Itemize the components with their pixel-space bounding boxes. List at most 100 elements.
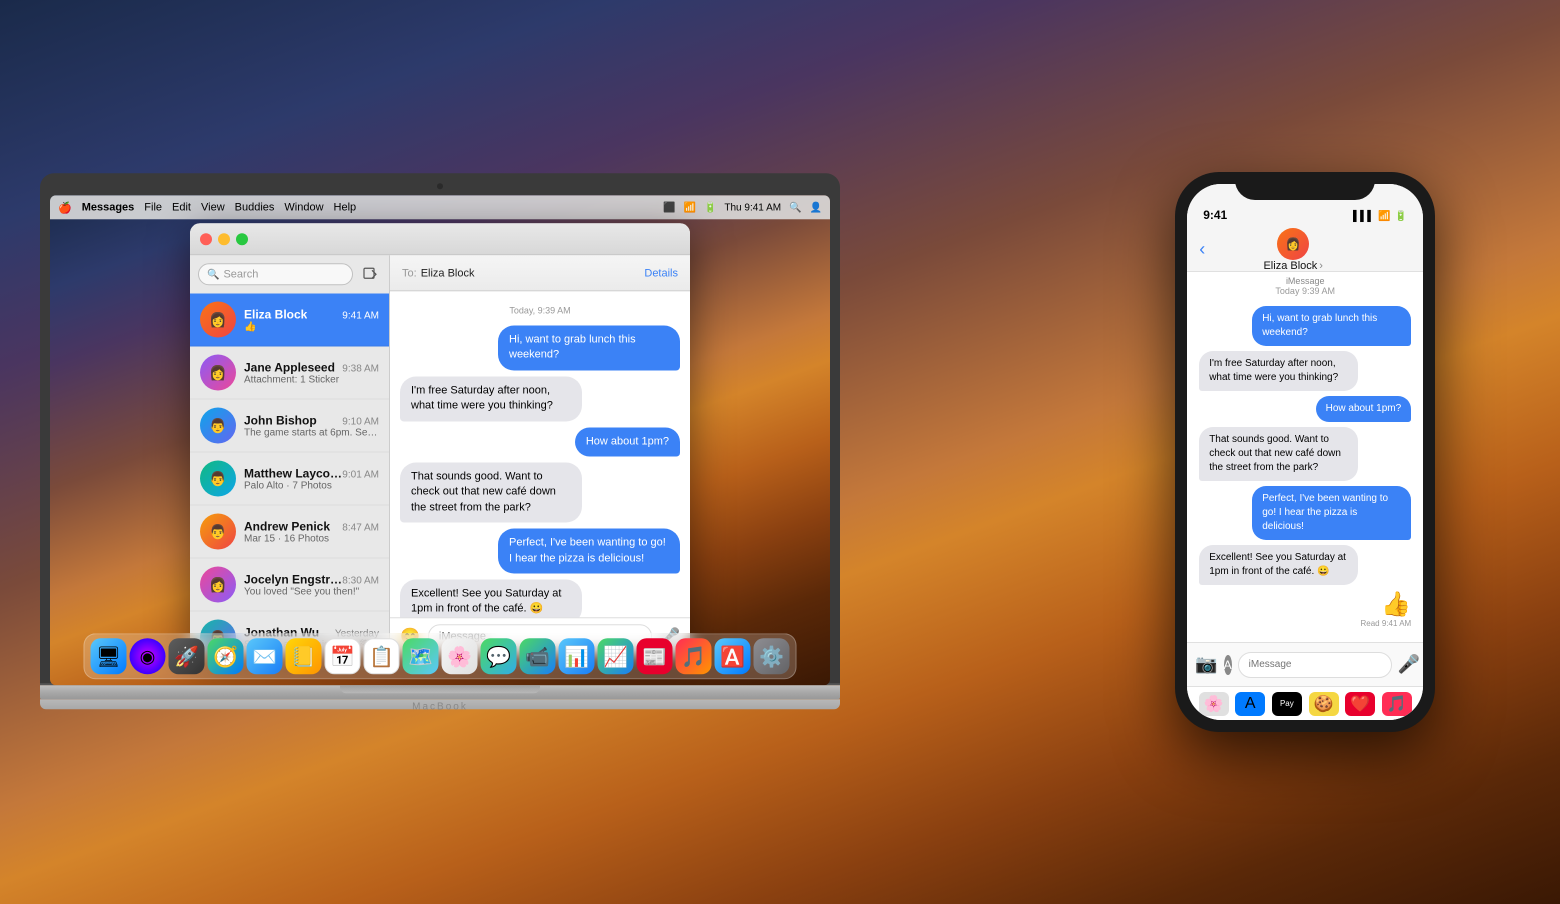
- conversation-item-eliza[interactable]: 👩 Eliza Block 9:41 AM 👍: [190, 293, 389, 346]
- iphone-bubble-6: Excellent! See you Saturday at 1pm in fr…: [1199, 545, 1358, 585]
- dock-mail[interactable]: ✉️: [247, 638, 283, 674]
- details-button[interactable]: Details: [644, 267, 678, 279]
- bubble-1: Hi, want to grab lunch this weekend?: [498, 325, 680, 370]
- dock-reminders[interactable]: 📋: [364, 638, 400, 674]
- dock-siri[interactable]: ◉: [130, 638, 166, 674]
- menubar-battery-icon: 🔋: [704, 202, 716, 213]
- iphone-message-input[interactable]: [1238, 652, 1392, 678]
- dock-maps[interactable]: 🗺️: [403, 638, 439, 674]
- appstore-inline-icon[interactable]: A: [1224, 655, 1232, 675]
- conv-name-matthew: Matthew Laycock: [244, 466, 342, 480]
- menubar-siri-icon[interactable]: 👤: [810, 202, 822, 213]
- dock-messages[interactable]: 💬: [481, 638, 517, 674]
- iphone-music-icon[interactable]: 🎵: [1382, 692, 1412, 716]
- iphone-msg-6: Excellent! See you Saturday at 1pm in fr…: [1199, 545, 1411, 585]
- dock-calendar[interactable]: 📅: [325, 638, 361, 674]
- menubar-help[interactable]: Help: [334, 201, 357, 213]
- bubble-5: Perfect, I've been wanting to go! I hear…: [498, 528, 680, 573]
- iphone-photos-icon[interactable]: 🌸: [1199, 692, 1229, 716]
- iphone-appstore-icon[interactable]: A: [1235, 692, 1265, 716]
- minimize-button[interactable]: [218, 233, 230, 245]
- avatar-andrew: 👨: [200, 513, 236, 549]
- conv-name-jane: Jane Appleseed: [244, 360, 335, 374]
- laptop-lid: 🍎 Messages File Edit View Buddies Window…: [40, 173, 840, 685]
- dock-launchpad[interactable]: 🚀: [169, 638, 205, 674]
- iphone-emoji-thumbsup: 👍: [1381, 590, 1411, 619]
- conversation-item-jocelyn[interactable]: 👩 Jocelyn Engstrom 8:30 AM You loved "Se…: [190, 558, 389, 611]
- menubar-edit[interactable]: Edit: [172, 201, 191, 213]
- dock-music[interactable]: 🎵: [676, 638, 712, 674]
- conv-preview-andrew: Mar 15 · 16 Photos: [244, 533, 379, 544]
- dock-numbers[interactable]: 📈: [598, 638, 634, 674]
- message-row-5: Perfect, I've been wanting to go! I hear…: [400, 528, 680, 573]
- iphone-msg-1: Hi, want to grab lunch this weekend?: [1199, 306, 1411, 346]
- bubble-4: That sounds good. Want to check out that…: [400, 462, 582, 522]
- dock-notes[interactable]: 📒: [286, 638, 322, 674]
- conversation-item-john[interactable]: 👨 John Bishop 9:10 AM The game starts at…: [190, 399, 389, 452]
- camera-icon[interactable]: 📷: [1195, 654, 1217, 675]
- camera: [437, 183, 443, 189]
- close-button[interactable]: [200, 233, 212, 245]
- iphone-animoji-icon[interactable]: 🍪: [1309, 692, 1339, 716]
- iphone-bubble-2: I'm free Saturday after noon, what time …: [1199, 351, 1358, 391]
- dock-facetime[interactable]: 📹: [520, 638, 556, 674]
- window-body: 🔍 Search: [190, 255, 690, 653]
- iphone-msg-2: I'm free Saturday after noon, what time …: [1199, 351, 1411, 391]
- dock-news[interactable]: 📰: [637, 638, 673, 674]
- menubar-time: Thu 9:41 AM: [724, 202, 781, 213]
- conv-name-eliza: Eliza Block: [244, 307, 307, 321]
- menubar-window[interactable]: Window: [284, 201, 323, 213]
- conversation-item-andrew[interactable]: 👨 Andrew Penick 8:47 AM Mar 15 · 16 Phot…: [190, 505, 389, 558]
- dock-safari[interactable]: 🧭: [208, 638, 244, 674]
- conv-info-andrew: Andrew Penick 8:47 AM Mar 15 · 16 Photos: [244, 519, 379, 544]
- conversation-list: 👩 Eliza Block 9:41 AM 👍: [190, 293, 389, 653]
- conv-header-john: John Bishop 9:10 AM: [244, 413, 379, 427]
- menubar-messages[interactable]: Messages: [82, 201, 135, 213]
- menubar-left: 🍎 Messages File Edit View Buddies Window…: [58, 201, 356, 214]
- menubar-airplay-icon: ⬛: [663, 202, 675, 213]
- conv-header-jane: Jane Appleseed 9:38 AM: [244, 360, 379, 374]
- iphone-contact-name-row: Eliza Block ›: [1263, 260, 1322, 272]
- dock-keynote[interactable]: 📊: [559, 638, 595, 674]
- conv-info-matthew: Matthew Laycock 9:01 AM Palo Alto · 7 Ph…: [244, 466, 379, 491]
- dock-photos[interactable]: 🌸: [442, 638, 478, 674]
- conversation-item-matthew[interactable]: 👨 Matthew Laycock 9:01 AM Palo Alto · 7 …: [190, 452, 389, 505]
- search-bar[interactable]: 🔍 Search: [198, 263, 353, 285]
- conv-time-eliza: 9:41 AM: [342, 310, 379, 321]
- dock-syspref[interactable]: ⚙️: [754, 638, 790, 674]
- maximize-button[interactable]: [236, 233, 248, 245]
- iphone-applepay-icon[interactable]: Pay: [1272, 692, 1302, 716]
- conv-name-jocelyn: Jocelyn Engstrom: [244, 572, 342, 586]
- conversations-sidebar: 🔍 Search: [190, 255, 390, 653]
- microphone-icon[interactable]: 🎤: [1398, 654, 1420, 675]
- iphone-messages: Hi, want to grab lunch this weekend? I'm…: [1187, 298, 1423, 642]
- messages-window: 🔍 Search: [190, 223, 690, 653]
- conv-preview-john: The game starts at 6pm. See you then!: [244, 427, 379, 438]
- message-row-6: Excellent! See you Saturday at 1pm in fr…: [400, 579, 680, 617]
- iphone-contact-name[interactable]: Eliza Block: [1263, 260, 1317, 272]
- menubar-search-icon[interactable]: 🔍: [789, 202, 801, 213]
- iphone-bubble-1: Hi, want to grab lunch this weekend?: [1252, 306, 1411, 346]
- dock-appstore[interactable]: 🅰️: [715, 638, 751, 674]
- apple-icon: 🍎: [58, 201, 72, 214]
- conv-info-john: John Bishop 9:10 AM The game starts at 6…: [244, 413, 379, 438]
- compose-button[interactable]: [359, 263, 381, 285]
- conversation-item-jane[interactable]: 👩 Jane Appleseed 9:38 AM Attachment: 1 S…: [190, 346, 389, 399]
- iphone-msg-5: Perfect, I've been wanting to go! I hear…: [1199, 486, 1411, 540]
- iphone-digital-touch-icon[interactable]: ❤️: [1345, 692, 1375, 716]
- menubar-file[interactable]: File: [144, 201, 162, 213]
- menubar-buddies[interactable]: Buddies: [235, 201, 275, 213]
- conv-header-jocelyn: Jocelyn Engstrom 8:30 AM: [244, 572, 379, 586]
- iphone-wifi-icon: 📶: [1378, 211, 1390, 222]
- conv-info-jane: Jane Appleseed 9:38 AM Attachment: 1 Sti…: [244, 360, 379, 385]
- iphone-time: 9:41: [1203, 208, 1353, 222]
- conv-preview-eliza: 👍: [244, 321, 379, 332]
- chat-area: To: Eliza Block Details Today, 9:39 AM H…: [390, 255, 690, 653]
- iphone-battery-icon: 🔋: [1395, 211, 1407, 222]
- conv-header-matthew: Matthew Laycock 9:01 AM: [244, 466, 379, 480]
- menubar-view[interactable]: View: [201, 201, 225, 213]
- window-titlebar: [190, 223, 690, 255]
- contact-chevron-icon: ›: [1319, 260, 1323, 272]
- dock: 🖥 ◉ 🚀 🧭 ✉️ 📒 📅 📋 🗺️ 🌸 💬 📹 📊 📈 📰 🎵: [84, 633, 797, 679]
- dock-finder[interactable]: 🖥: [91, 638, 127, 674]
